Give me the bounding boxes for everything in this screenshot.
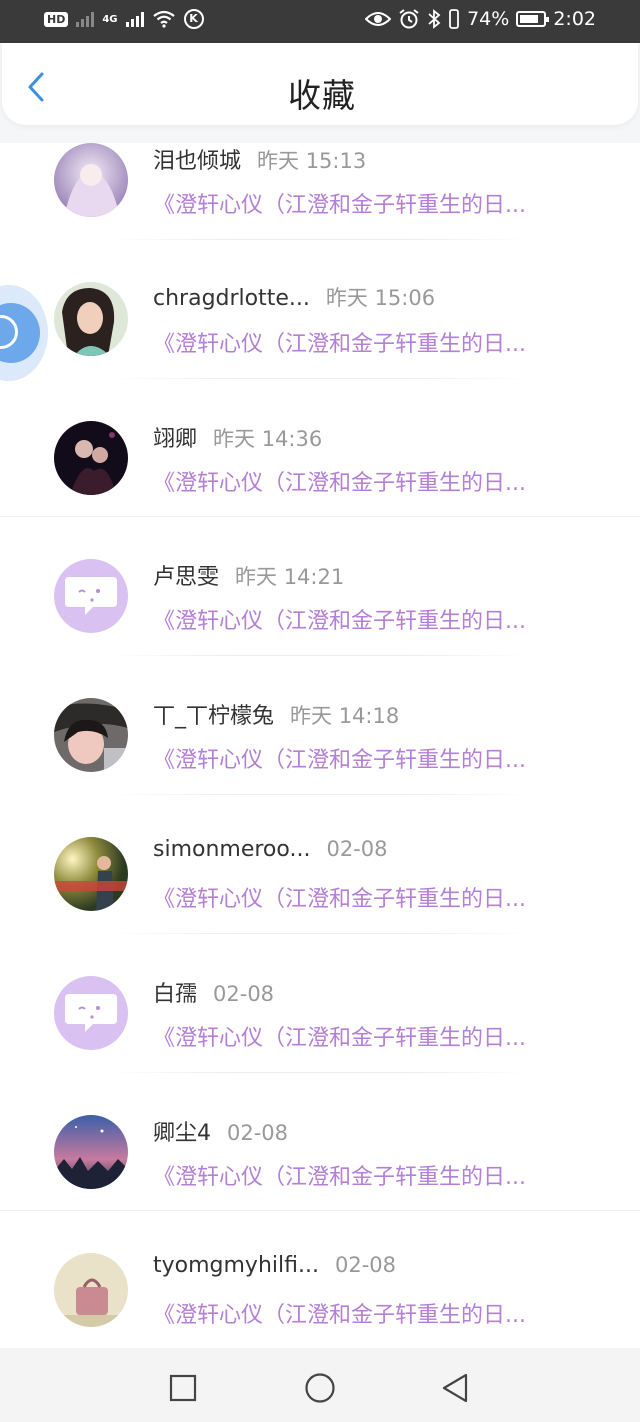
list-item[interactable]: 卢思雯 昨天 14:21 《澄轩心仪（江澄和金子轩重生的日...: [0, 559, 640, 698]
user-name: simonmeroo... 02-08: [153, 836, 388, 862]
list-item[interactable]: 泪也倾城 昨天 15:13 《澄轩心仪（江澄和金子轩重生的日...: [0, 143, 640, 282]
page-title: 收藏: [288, 76, 356, 115]
battery-percent: 74%: [467, 8, 510, 30]
avatar[interactable]: [54, 1114, 128, 1189]
book-title[interactable]: 《澄轩心仪（江澄和金子轩重生的日...: [153, 603, 593, 635]
list-item[interactable]: 卿尘4 02-08 《澄轩心仪（江澄和金子轩重生的日...: [0, 1114, 640, 1254]
k-app-icon: K: [183, 9, 204, 29]
divider: [110, 238, 530, 240]
chat-bubble-icon: [65, 993, 117, 1032]
timestamp: 昨天 15:13: [257, 149, 367, 173]
default-avatar[interactable]: [54, 975, 128, 1050]
book-title[interactable]: 《澄轩心仪（江澄和金子轩重生的日...: [153, 742, 593, 774]
user-name: 白孺 02-08: [153, 981, 275, 1007]
divider: [0, 1210, 640, 1212]
status-bar: HD 4G K 74% 2:02: [0, 0, 640, 43]
divider: [110, 377, 530, 379]
timestamp: 昨天 14:21: [235, 565, 345, 590]
list-item[interactable]: chragdrlotte... 昨天 15:06 《澄轩心仪（江澄和金子轩重生的日…: [0, 281, 640, 421]
avatar[interactable]: [54, 1253, 128, 1328]
battery-icon: [516, 11, 550, 27]
list-item[interactable]: 翊卿 昨天 14:36 《澄轩心仪（江澄和金子轩重生的日...: [0, 420, 640, 560]
user-name: 丅_丅柠檬兔 昨天 14:18: [153, 704, 400, 730]
divider: [110, 793, 530, 795]
triangle-back-icon: [442, 1373, 468, 1403]
bluetooth-icon: [428, 9, 441, 29]
user-name: chragdrlotte... 昨天 15:06: [153, 285, 436, 311]
wifi-icon: [152, 10, 175, 28]
status-left: HD 4G K: [44, 9, 204, 29]
alarm-icon: [399, 9, 419, 29]
timestamp: 昨天 14:18: [290, 704, 400, 729]
signal-icon: [125, 11, 144, 27]
system-back-button[interactable]: [436, 1368, 476, 1408]
book-title[interactable]: 《澄轩心仪（江澄和金子轩重生的日...: [153, 465, 593, 497]
avatar[interactable]: [54, 698, 128, 773]
book-title[interactable]: 《澄轩心仪（江澄和金子轩重生的日...: [153, 1020, 593, 1052]
timestamp: 02-08: [227, 1120, 289, 1145]
timestamp: 昨天 15:06: [325, 285, 436, 310]
timestamp: 02-08: [213, 981, 275, 1006]
timestamp: 02-08: [326, 836, 388, 861]
avatar[interactable]: [54, 420, 128, 495]
user-name: 翊卿 昨天 14:36: [153, 426, 323, 452]
header: 收藏: [0, 43, 640, 143]
book-title[interactable]: 《澄轩心仪（江澄和金子轩重生的日...: [153, 1297, 593, 1329]
recent-apps-button[interactable]: [163, 1368, 203, 1408]
favorites-list: 泪也倾城 昨天 15:13 《澄轩心仪（江澄和金子轩重生的日... chragdr…: [0, 143, 640, 1392]
network-label: 4G: [102, 13, 118, 25]
home-button[interactable]: [300, 1368, 340, 1408]
avatar[interactable]: [54, 836, 128, 911]
list-item[interactable]: 丅_丅柠檬兔 昨天 14:18 《澄轩心仪（江澄和金子轩重生的日...: [0, 698, 640, 837]
user-name: 卢思雯 昨天 14:21: [153, 565, 345, 591]
timestamp: 02-08: [334, 1253, 396, 1278]
default-avatar[interactable]: [54, 559, 128, 634]
divider: [110, 655, 530, 657]
chat-bubble-icon: [65, 577, 117, 616]
book-title[interactable]: 《澄轩心仪（江澄和金子轩重生的日...: [153, 1159, 593, 1191]
eye-icon: [365, 12, 392, 26]
vibrate-icon: [449, 9, 459, 29]
status-right: 74% 2:02: [365, 8, 596, 30]
signal-icon: [76, 11, 95, 27]
circle-icon: [305, 1373, 335, 1403]
divider: [0, 516, 640, 518]
clock: 2:02: [553, 8, 596, 30]
avatar[interactable]: [54, 281, 128, 356]
divider: [110, 932, 530, 934]
book-title[interactable]: 《澄轩心仪（江澄和金子轩重生的日...: [153, 881, 593, 913]
list-item[interactable]: simonmeroo... 02-08 《澄轩心仪（江澄和金子轩重生的日...: [0, 836, 640, 976]
hd-badge: HD: [44, 11, 69, 27]
user-name: 泪也倾城 昨天 15:13: [153, 149, 367, 174]
book-title[interactable]: 《澄轩心仪（江澄和金子轩重生的日...: [153, 326, 593, 358]
book-title[interactable]: 《澄轩心仪（江澄和金子轩重生的日...: [153, 187, 593, 219]
divider: [110, 1071, 530, 1073]
user-name: 卿尘4 02-08: [153, 1120, 289, 1146]
header-card: 收藏: [2, 43, 638, 125]
avatar[interactable]: [54, 143, 128, 217]
list-item[interactable]: 白孺 02-08 《澄轩心仪（江澄和金子轩重生的日...: [0, 975, 640, 1115]
timestamp: 昨天 14:36: [213, 426, 323, 451]
square-icon: [169, 1374, 197, 1402]
navigation-bar: [0, 1348, 640, 1422]
user-name: tyomgmyhilfi... 02-08: [153, 1253, 396, 1279]
